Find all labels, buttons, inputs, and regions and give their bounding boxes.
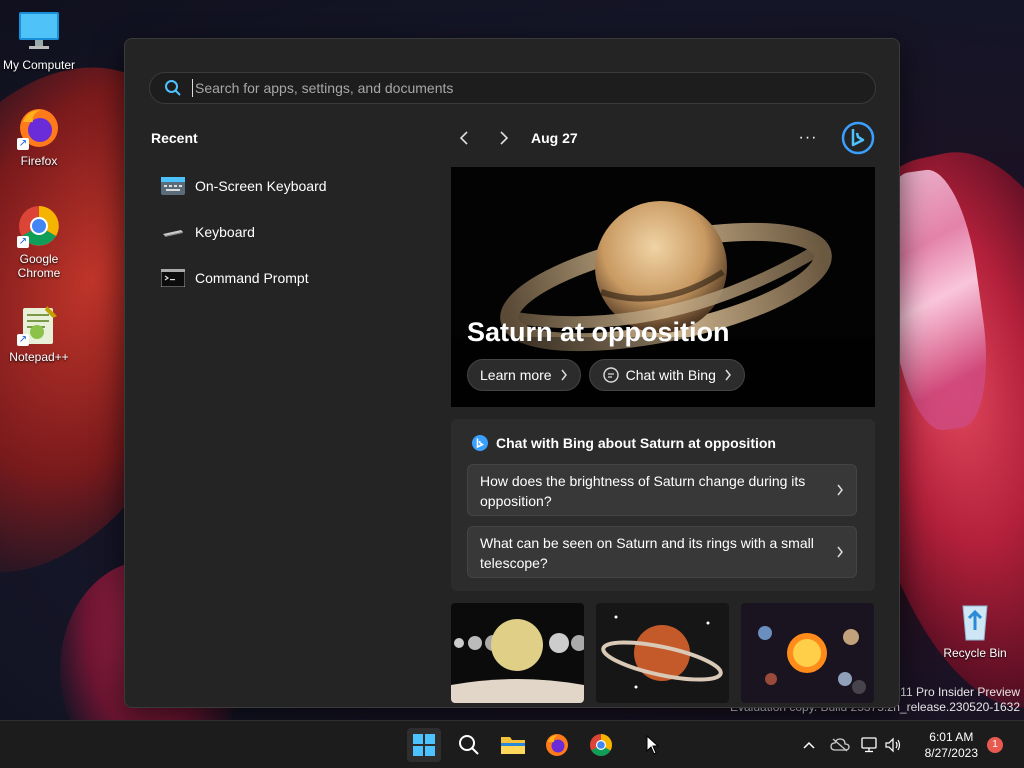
recent-item-command-prompt[interactable]: Command Prompt [149,255,429,301]
chat-bubble-icon [602,367,619,383]
bing-logo-button[interactable] [841,121,875,155]
chevron-right-icon [500,131,509,145]
planets-image [451,603,584,703]
hero-title: Saturn at opposition [467,317,730,347]
keyboard-app-icon [161,177,185,195]
system-tray [798,721,904,768]
desktop-icon-my-computer[interactable]: My Computer [1,10,77,72]
search-input[interactable] [192,79,875,97]
learn-more-label: Learn more [480,367,552,383]
desktop-icon-label: Recycle Bin [943,646,1007,660]
chevron-up-icon [803,741,815,749]
notepad-plus-plus-icon: ↗ [17,302,61,346]
file-explorer-button[interactable] [496,728,530,762]
chevron-right-icon [837,484,843,496]
clock-time: 6:01 AM [929,730,974,744]
chrome-taskbar-button[interactable] [584,728,618,762]
recent-item-label: Command Prompt [195,270,309,286]
next-button[interactable] [491,125,517,151]
chevron-right-icon [561,369,567,381]
chat-question-2[interactable]: What can be seen on Saturn and its rings… [467,526,857,578]
chrome-icon [590,734,612,756]
recent-list: On-Screen Keyboard Keyboard Command Prom… [149,163,429,301]
hero-card[interactable]: Saturn at opposition Learn more Chat wit… [451,167,875,407]
volume-button[interactable] [882,734,904,756]
chat-with-bing-label: Chat with Bing [625,367,716,383]
recent-item-keyboard[interactable]: Keyboard [149,209,429,255]
recent-item-label: Keyboard [195,224,255,240]
desktop-icon-recycle-bin[interactable]: Recycle Bin [937,598,1013,660]
search-box[interactable] [149,72,876,104]
speaker-icon [885,737,901,753]
chat-with-bing-button[interactable]: Chat with Bing [588,359,745,391]
show-hidden-icons-button[interactable] [798,734,820,756]
chat-heading: Chat with Bing about Saturn at oppositio… [471,434,776,452]
mouse-cursor [642,728,664,762]
bing-icon [841,121,875,155]
search-icon [459,735,479,755]
taskbar: 6:01 AM 8/27/2023 1 [0,720,1024,768]
start-menu: Recent On-Screen Keyboard Keyboard [124,38,900,708]
cursor-icon [646,735,660,755]
feed-navigation: Aug 27 ··· [451,121,875,155]
chrome-icon: ↗ [17,204,61,248]
chevron-right-icon [725,369,731,381]
learn-more-button[interactable]: Learn more [467,359,581,391]
terminal-icon [161,269,185,287]
firefox-icon: ↗ [17,106,61,150]
clock-date: 8/27/2023 [924,746,978,760]
recent-heading: Recent [151,130,198,146]
recent-item-label: On-Screen Keyboard [195,178,327,194]
thumbnail-saturn[interactable] [596,603,729,703]
monitor-icon [17,10,61,54]
network-icon [861,737,877,753]
desktop-icon-label: Firefox [20,154,58,168]
network-button[interactable] [858,734,880,756]
more-options-button[interactable]: ··· [795,125,821,151]
chevron-right-icon [837,546,843,558]
clock[interactable]: 6:01 AM 8/27/2023 [925,729,978,761]
notification-badge[interactable]: 1 [987,737,1003,753]
shortcut-arrow-icon: ↗ [17,334,29,346]
cloud-offline-icon [830,738,850,752]
onedrive-button[interactable] [828,734,852,756]
chat-question-text: What can be seen on Saturn and its rings… [480,535,814,571]
chat-question-text: How does the brightness of Saturn change… [480,473,806,509]
thumbnail-solar-system[interactable] [741,603,874,703]
chat-question-1[interactable]: How does the brightness of Saturn change… [467,464,857,516]
chevron-left-icon [459,131,468,145]
hero-actions: Learn more Chat with Bing [467,359,745,391]
folder-icon [501,737,525,754]
search-taskbar-button[interactable] [452,728,486,762]
desktop-icon-label: Google Chrome [17,252,61,280]
desktop-icon-firefox[interactable]: ↗ Firefox [1,106,77,168]
shortcut-arrow-icon: ↗ [17,236,29,248]
bing-icon [472,435,488,451]
recycle-bin-icon [953,598,997,642]
firefox-taskbar-button[interactable] [540,728,574,762]
search-icon [165,80,181,96]
desktop-icon-google-chrome[interactable]: ↗ Google Chrome [1,204,77,280]
chat-suggestions-card: Chat with Bing about Saturn at oppositio… [451,419,875,591]
chat-heading-label: Chat with Bing about Saturn at oppositio… [496,435,776,451]
windows-logo-icon [413,734,435,756]
desktop-icon-label: Notepad++ [9,350,69,364]
solar-system-image [741,603,874,703]
firefox-icon [546,734,568,756]
saturn-thumbnail-image [596,603,729,703]
shortcut-arrow-icon: ↗ [17,138,29,150]
recent-item-on-screen-keyboard[interactable]: On-Screen Keyboard [149,163,429,209]
keyboard-settings-icon [163,230,183,237]
feed-date: Aug 27 [531,130,578,146]
thumbnail-planets[interactable] [451,603,584,703]
image-thumbnails [451,603,875,707]
desktop-icon-label: My Computer [2,58,76,72]
desktop-icon-notepad-plus-plus[interactable]: ↗ Notepad++ [1,302,77,364]
start-button[interactable] [407,728,441,762]
previous-button[interactable] [451,125,477,151]
